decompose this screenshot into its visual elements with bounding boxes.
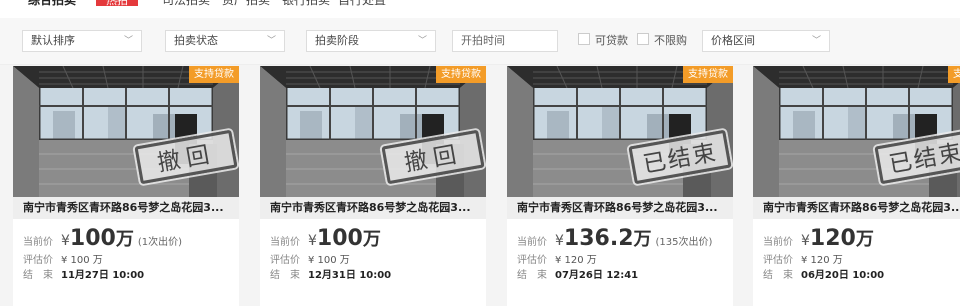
checkbox-box[interactable]	[578, 33, 590, 45]
card-title[interactable]: 南宁市青秀区青环路86号梦之岛花园3...	[507, 197, 733, 219]
checkbox-box[interactable]	[637, 33, 649, 45]
loan-support-badge: 支持贷款	[948, 66, 960, 83]
eval-price-row: 评估价 ¥ 100 万	[23, 253, 233, 268]
sort-select[interactable]: 默认排序 ﹀	[22, 30, 142, 52]
current-price-value: 136.2	[563, 226, 634, 251]
end-time-value: 11月27日 10:00	[61, 270, 145, 281]
current-price-label: 当前价	[23, 237, 53, 248]
chevron-down-icon: ﹀	[417, 36, 427, 46]
card-title[interactable]: 南宁市青秀区青环路86号梦之岛花园3...	[13, 197, 239, 219]
eval-price-value: ¥ 100 万	[61, 255, 103, 266]
current-price-value: 100	[316, 226, 363, 251]
chevron-down-icon: ﹀	[811, 36, 821, 46]
tab-general-auction[interactable]: 综合拍卖	[28, 0, 76, 8]
stage-select-label: 拍卖阶段	[315, 34, 359, 47]
current-price-unit: 万	[362, 229, 381, 250]
eval-price-label: 评估价	[270, 255, 300, 266]
card-info: 当前价 ¥136.2万 (135次出价) 评估价 ¥ 120 万 结 束 07月26日 …	[517, 225, 727, 283]
loan-checkbox-label: 可贷款	[595, 34, 628, 47]
loan-support-badge: 支持贷款	[436, 66, 486, 83]
start-time-placeholder: 开拍时间	[461, 34, 505, 47]
tab-self-disposal[interactable]: 自行处置	[338, 0, 386, 8]
bid-count: (135次出价)	[655, 237, 713, 248]
current-price-unit: 万	[855, 229, 874, 250]
current-price-unit: 万	[633, 229, 652, 250]
tab-asset[interactable]: 资产拍卖	[222, 0, 270, 8]
loan-support-badge: 支持贷款	[683, 66, 733, 83]
eval-price-label: 评估价	[517, 255, 547, 266]
eval-price-value: ¥ 120 万	[555, 255, 597, 266]
currency-symbol: ¥	[801, 233, 810, 249]
current-price-value: 120	[809, 226, 856, 251]
property-photo[interactable]: 支持贷款 撤回	[13, 66, 239, 197]
loan-checkbox[interactable]: 可贷款	[578, 32, 628, 48]
property-photo[interactable]: 支持贷款 已结束	[753, 66, 960, 197]
chevron-down-icon: ﹀	[266, 36, 276, 46]
loan-support-badge: 支持贷款	[189, 66, 239, 83]
card-info: 当前价 ¥100万 评估价 ¥ 100 万 结 束 12月31日 10:00	[270, 225, 480, 283]
current-price-label: 当前价	[517, 237, 547, 248]
start-time-input[interactable]: 开拍时间	[452, 30, 558, 52]
end-time-label: 结 束	[763, 270, 793, 281]
status-select-label: 拍卖状态	[174, 34, 218, 47]
eval-price-label: 评估价	[763, 255, 793, 266]
eval-price-row: 评估价 ¥ 120 万	[517, 253, 727, 268]
filter-bar: 默认排序 ﹀ 拍卖状态 ﹀ 拍卖阶段 ﹀ 开拍时间 可贷款 不限购 价格区间 ﹀	[0, 18, 960, 65]
no-limit-checkbox[interactable]: 不限购	[637, 32, 687, 48]
chevron-down-icon: ﹀	[123, 36, 133, 46]
end-time-label: 结 束	[270, 270, 300, 281]
current-price-row: 当前价 ¥100万 (1次出价)	[23, 225, 233, 253]
eval-price-row: 评估价 ¥ 120 万	[763, 253, 954, 268]
tab-hot[interactable]: 热拍	[96, 0, 138, 7]
tab-judicial[interactable]: 司法拍卖	[162, 0, 210, 8]
status-select[interactable]: 拍卖状态 ﹀	[165, 30, 285, 52]
end-time-value: 07月26日 12:41	[555, 270, 639, 281]
current-price-label: 当前价	[763, 237, 793, 248]
auction-card[interactable]: 支持贷款 已结束 南宁市青秀区青环路86号梦之岛花园3... 当前价 ¥120万 …	[753, 66, 960, 306]
eval-price-value: ¥ 120 万	[801, 255, 843, 266]
price-range-select-label: 价格区间	[711, 34, 755, 47]
eval-price-value: ¥ 100 万	[308, 255, 350, 266]
currency-symbol: ¥	[61, 233, 70, 249]
current-price-row: 当前价 ¥120万	[763, 225, 954, 253]
currency-symbol: ¥	[308, 233, 317, 249]
card-title[interactable]: 南宁市青秀区青环路86号梦之岛花园3...	[753, 197, 960, 219]
auction-card[interactable]: 支持贷款 撤回 南宁市青秀区青环路86号梦之岛花园3... 当前价 ¥100万 评…	[260, 66, 486, 306]
auction-card[interactable]: 支持贷款 撤回 南宁市青秀区青环路86号梦之岛花园3... 当前价 ¥100万 (1…	[13, 66, 239, 306]
current-price-unit: 万	[115, 229, 134, 250]
eval-price-row: 评估价 ¥ 100 万	[270, 253, 480, 268]
current-price-row: 当前价 ¥100万	[270, 225, 480, 253]
bid-count: (1次出价)	[137, 237, 183, 248]
end-time-row: 结 束 12月31日 10:00	[270, 268, 480, 283]
price-range-select[interactable]: 价格区间 ﹀	[702, 30, 830, 52]
end-time-value: 06月20日 10:00	[801, 270, 885, 281]
currency-symbol: ¥	[555, 233, 564, 249]
auction-card[interactable]: 支持贷款 已结束 南宁市青秀区青环路86号梦之岛花园3... 当前价 ¥136.2…	[507, 66, 733, 306]
property-photo[interactable]: 支持贷款 已结束	[507, 66, 733, 197]
card-info: 当前价 ¥120万 评估价 ¥ 120 万 结 束 06月20日 10:00	[763, 225, 954, 283]
card-title[interactable]: 南宁市青秀区青环路86号梦之岛花园3...	[260, 197, 486, 219]
eval-price-label: 评估价	[23, 255, 53, 266]
current-price-row: 当前价 ¥136.2万 (135次出价)	[517, 225, 727, 253]
no-limit-checkbox-label: 不限购	[654, 34, 687, 47]
end-time-row: 结 束 11月27日 10:00	[23, 268, 233, 283]
card-info: 当前价 ¥100万 (1次出价) 评估价 ¥ 100 万 结 束 11月27日 10:0…	[23, 225, 233, 283]
current-price-label: 当前价	[270, 237, 300, 248]
end-time-row: 结 束 07月26日 12:41	[517, 268, 727, 283]
top-tab-bar: 综合拍卖 热拍 司法拍卖 资产拍卖 银行拍卖 自行处置	[0, 0, 960, 18]
end-time-value: 12月31日 10:00	[308, 270, 392, 281]
end-time-row: 结 束 06月20日 10:00	[763, 268, 954, 283]
current-price-value: 100	[69, 226, 116, 251]
sort-select-label: 默认排序	[31, 34, 75, 47]
stage-select[interactable]: 拍卖阶段 ﹀	[306, 30, 436, 52]
end-time-label: 结 束	[517, 270, 547, 281]
tab-bank[interactable]: 银行拍卖	[282, 0, 330, 8]
property-photo[interactable]: 支持贷款 撤回	[260, 66, 486, 197]
end-time-label: 结 束	[23, 270, 53, 281]
